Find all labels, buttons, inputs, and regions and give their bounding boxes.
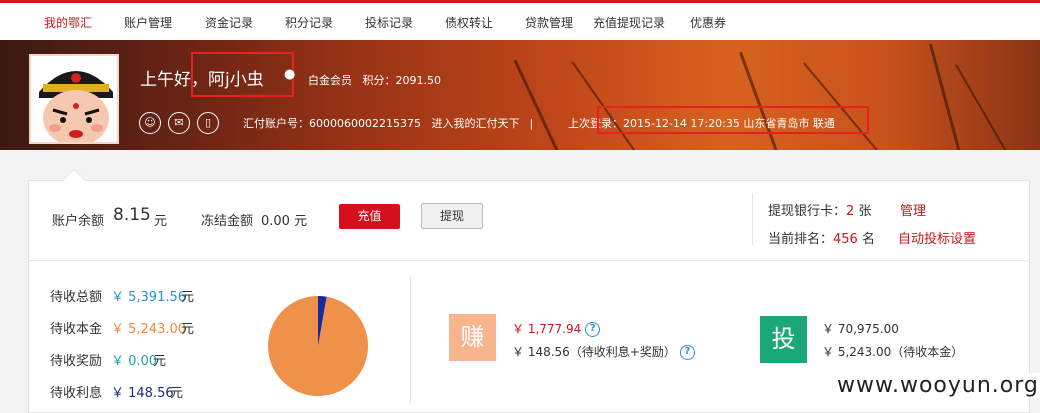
reed-decoration (928, 43, 963, 150)
divider: | (529, 117, 534, 130)
account-label: 汇付账户号： (243, 117, 309, 130)
highlight-box (597, 106, 869, 134)
earn-detail-value: ￥ 148.56（待收利息+奖励） (512, 345, 676, 359)
card-notch-fill (63, 170, 85, 181)
divider (752, 193, 753, 245)
bank-card-unit: 张 (858, 204, 872, 219)
manage-link[interactable]: 管理 (900, 200, 926, 219)
nav-item-recharge-withdraw-records[interactable]: 充值提现记录 (593, 14, 665, 31)
user-icon[interactable]: ☺ (139, 112, 161, 134)
member-level: 白金会员 (308, 74, 352, 87)
top-nav: 我的鄂汇 账户管理 资金记录 积分记录 投标记录 债权转让 贷款管理 充值提现记… (0, 0, 1040, 40)
rank-unit: 名 (861, 232, 875, 247)
nav-item-coupons[interactable]: 优惠券 (690, 14, 726, 31)
balance-value: 8.15 (113, 205, 151, 225)
pending-principal-label: 待收本金 (50, 322, 103, 337)
bank-card-info: 提现银行卡：2 张 (768, 200, 871, 219)
mail-icon[interactable]: ✉ (168, 112, 190, 134)
nav-item-points-records[interactable]: 积分记录 (285, 14, 333, 31)
earn-badge: 赚 (449, 314, 496, 361)
nav-item-fund-records[interactable]: 资金记录 (205, 14, 253, 31)
avatar[interactable] (29, 54, 119, 144)
pending-principal-unit: 元 (181, 322, 195, 337)
bank-card-label: 提现银行卡： (768, 204, 847, 219)
nav-item-debt-transfer[interactable]: 债权转让 (445, 14, 493, 31)
pending-reward-label: 待收奖励 (50, 354, 103, 369)
points-value: 2091.50 (395, 74, 442, 87)
pending-interest-unit: 元 (170, 386, 184, 401)
rank-value: 456 (833, 232, 858, 247)
pending-pie-chart (268, 296, 368, 396)
frozen-value: 0.00 元 (261, 214, 308, 229)
reed-decoration (739, 51, 783, 150)
help-icon[interactable]: ? (585, 322, 601, 337)
phone-icon[interactable]: ▯ (197, 112, 219, 134)
earn-total: ￥ 1,777.94? (512, 320, 601, 337)
divider (29, 260, 1029, 261)
withdraw-button[interactable]: 提现 (421, 203, 483, 229)
rank-info: 当前排名：456 名 (768, 228, 875, 247)
watermark: www.wooyun.org (833, 373, 1040, 398)
pending-interest-label: 待收利息 (50, 386, 103, 401)
earn-detail: ￥ 148.56（待收利息+奖励）? (512, 343, 695, 360)
nav-item-my-account[interactable]: 我的鄂汇 (44, 14, 92, 31)
divider (410, 276, 411, 403)
frozen-label: 冻结金额 (201, 214, 254, 229)
member-info: 白金会员 积分：2091.50 (308, 72, 441, 88)
pending-total-value: ￥ 5,391.56 (111, 290, 187, 305)
pending-reward-unit: 元 (153, 354, 167, 369)
bank-card-count: 2 (846, 204, 855, 219)
balance-unit: 元 (154, 214, 168, 229)
help-icon[interactable]: ? (679, 345, 695, 360)
nav-item-loan-management[interactable]: 贷款管理 (525, 14, 573, 31)
account-number: 6000060002215375 (309, 117, 421, 130)
earn-total-value: ￥ 1,777.94 (512, 322, 582, 336)
auto-bid-settings-link[interactable]: 自动投标设置 (898, 228, 976, 247)
enter-huifu-link[interactable]: 进入我的汇付天下 (431, 117, 519, 130)
pending-interest-value: ￥ 148.56 (111, 386, 174, 401)
pending-total-unit: 元 (181, 290, 195, 305)
rank-label: 当前排名： (768, 232, 834, 247)
points-label: 积分： (362, 74, 396, 87)
account-info: 汇付账户号：6000060002215375 进入我的汇付天下 | (243, 115, 543, 131)
nav-item-bid-records[interactable]: 投标记录 (365, 14, 413, 31)
highlight-box (191, 52, 294, 97)
pending-reward-value: ￥ 0.00 (111, 354, 158, 369)
reed-decoration (955, 64, 1012, 150)
reed-decoration (513, 59, 563, 150)
medal-icon: ● (284, 67, 296, 82)
invest-detail: ￥ 5,243.00（待收本金） (822, 345, 964, 359)
balance-label: 账户余额 (52, 214, 105, 229)
pending-principal-value: ￥ 5,243.00 (111, 322, 187, 337)
profile-banner: 上午好，阿j小虫 ● 白金会员 积分：2091.50 ☺ ✉ ▯ 汇付账户号：6… (0, 40, 1040, 150)
invest-total: ￥ 70,975.00 (822, 322, 899, 336)
invest-badge: 投 (760, 316, 807, 363)
nav-item-account-management[interactable]: 账户管理 (124, 14, 172, 31)
pending-total-label: 待收总额 (50, 290, 103, 305)
recharge-button[interactable]: 充值 (339, 204, 400, 229)
